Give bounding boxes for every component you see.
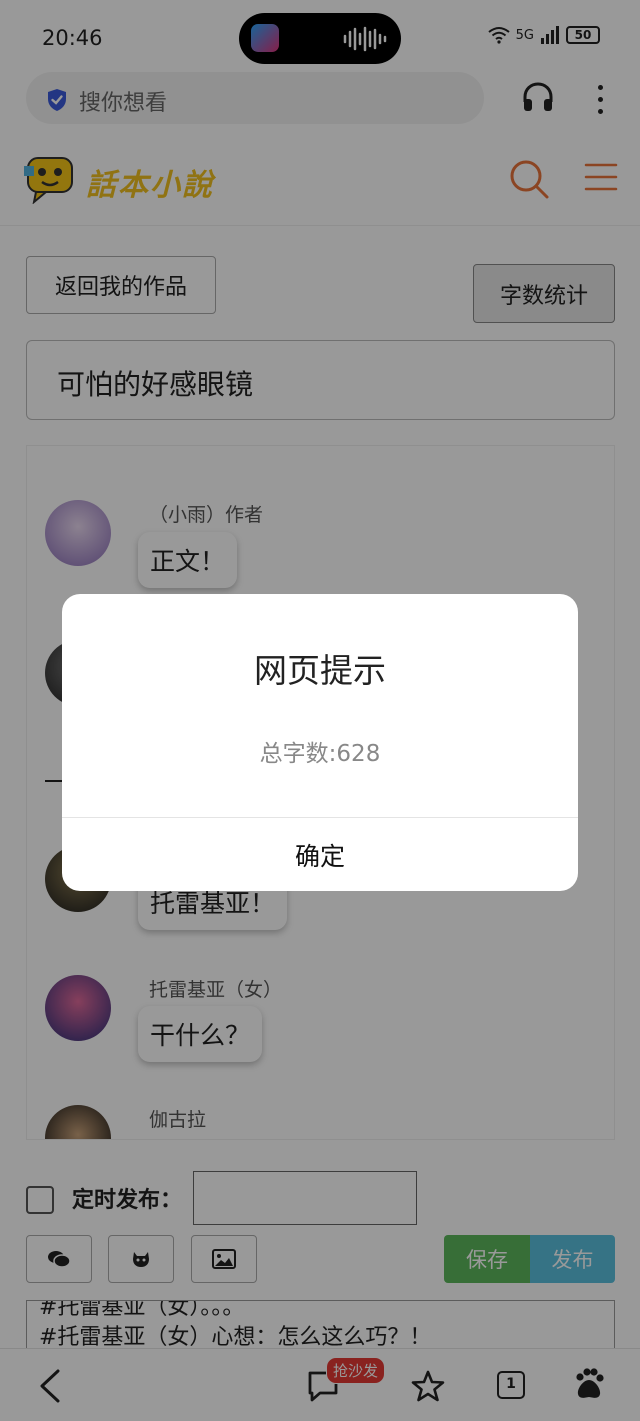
dialog-title: 网页提示 [254,651,386,690]
ok-button[interactable]: 确定 [62,818,578,891]
dialog-message: 总字数:628 [259,741,381,767]
alert-dialog: 网页提示 总字数:628 确定 [62,594,578,891]
